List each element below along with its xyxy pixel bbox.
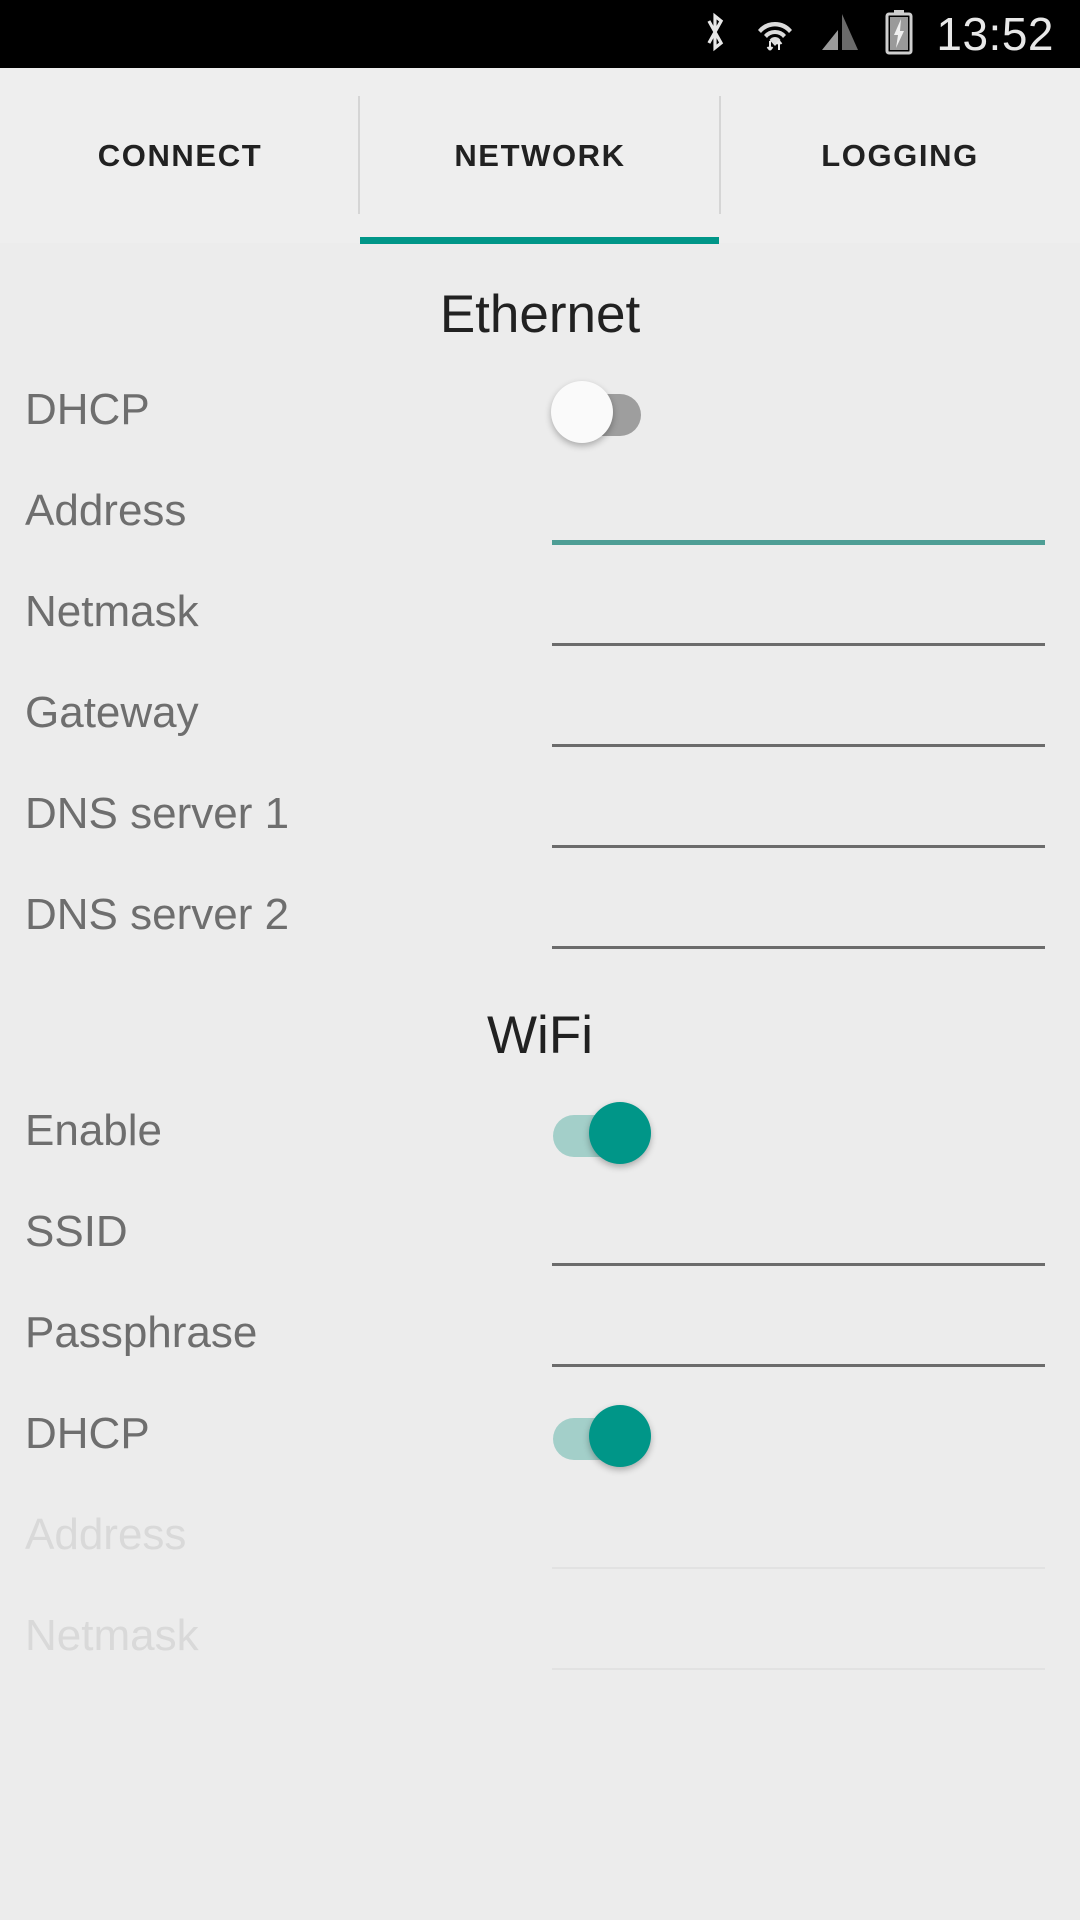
section-header-wifi: WiFi [487, 1006, 593, 1065]
bluetooth-icon [700, 10, 730, 59]
row-ethernet-dhcp[interactable]: DHCP [0, 359, 1080, 460]
cellular-signal-icon [820, 10, 862, 59]
row-wifi-dhcp[interactable]: DHCP [0, 1383, 1080, 1484]
row-wifi-passphrase[interactable]: Passphrase [0, 1282, 1080, 1383]
row-label-ethernet-address: Address [25, 485, 187, 535]
row-wifi-netmask: Netmask [0, 1585, 1080, 1686]
row-label-ethernet-dhcp: DHCP [25, 384, 150, 434]
tab-connect[interactable]: CONNECT [0, 68, 360, 243]
row-label-wifi-address: Address [25, 1509, 187, 1559]
row-ethernet-address[interactable]: Address [0, 460, 1080, 561]
row-ethernet-dns2[interactable]: DNS server 2 [0, 864, 1080, 965]
row-ethernet-netmask[interactable]: Netmask [0, 561, 1080, 662]
row-wifi-enable[interactable]: Enable [0, 1080, 1080, 1181]
switch-thumb [551, 380, 613, 443]
battery-charging-icon [884, 9, 914, 60]
switch-wifi-dhcp[interactable] [553, 1401, 653, 1467]
row-label-ethernet-dns1: DNS server 1 [25, 788, 290, 838]
row-ethernet-dns1[interactable]: DNS server 1 [0, 763, 1080, 864]
status-bar-icons [700, 9, 914, 60]
row-wifi-address: Address [0, 1484, 1080, 1585]
input-wifi-passphrase[interactable] [552, 1325, 1045, 1377]
row-label-wifi-ssid: SSID [25, 1206, 128, 1256]
row-label-wifi-passphrase: Passphrase [25, 1307, 258, 1357]
tab-bar: CONNECT NETWORK LOGGING [0, 68, 1080, 243]
tab-connect-label: CONNECT [97, 137, 263, 173]
tab-logging[interactable]: LOGGING [720, 68, 1080, 243]
row-label-ethernet-gateway: Gateway [25, 687, 199, 737]
status-bar-clock: 13:52 [936, 8, 1054, 60]
input-ethernet-dns1[interactable] [552, 806, 1045, 858]
tab-divider-1 [358, 96, 360, 214]
switch-thumb [589, 1101, 651, 1164]
section-header-ethernet: Ethernet [439, 285, 641, 344]
row-label-ethernet-dns2: DNS server 2 [25, 889, 290, 939]
tab-divider-2 [719, 96, 721, 214]
input-ethernet-address[interactable] [552, 503, 1045, 555]
row-wifi-ssid[interactable]: SSID [0, 1181, 1080, 1282]
field-underline-wifi-address [552, 1567, 1045, 1569]
row-label-wifi-dhcp: DHCP [25, 1408, 150, 1458]
input-wifi-ssid[interactable] [552, 1224, 1045, 1276]
input-ethernet-netmask[interactable] [552, 604, 1045, 656]
field-underline-wifi-netmask [552, 1668, 1045, 1670]
row-ethernet-gateway[interactable]: Gateway [0, 662, 1080, 763]
row-label-wifi-enable: Enable [25, 1105, 163, 1155]
tab-logging-label: LOGGING [821, 137, 979, 173]
tab-network-label: NETWORK [454, 137, 626, 173]
switch-wifi-enable[interactable] [553, 1098, 653, 1164]
active-tab-indicator [360, 237, 719, 244]
status-bar: 13:52 [0, 0, 1080, 68]
input-ethernet-gateway[interactable] [552, 705, 1045, 757]
wifi-icon [752, 9, 798, 60]
settings-scroll-area[interactable]: Ethernet DHCP Address Netmask Gateway DN… [0, 244, 1080, 1920]
tab-network[interactable]: NETWORK [360, 68, 720, 243]
switch-ethernet-dhcp[interactable] [551, 377, 653, 443]
row-label-wifi-netmask: Netmask [25, 1610, 199, 1660]
row-label-ethernet-netmask: Netmask [25, 586, 199, 636]
input-ethernet-dns2[interactable] [552, 907, 1045, 959]
switch-thumb [589, 1404, 651, 1467]
